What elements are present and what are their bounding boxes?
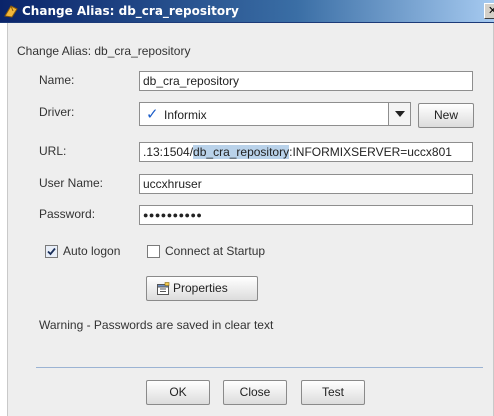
window-title: Change Alias: db_cra_repository [22,4,239,18]
app-icon [4,5,18,18]
connect-startup-checkbox[interactable] [147,245,160,258]
dropdown-arrow-icon[interactable] [388,103,410,125]
url-text-pre: .13:1504/ [143,145,194,159]
change-alias-dialog: Change Alias: db_cra_repository Name: db… [7,23,494,416]
auto-logon-checkbox[interactable] [45,245,58,258]
close-icon[interactable]: ✕ [484,3,494,19]
driver-label: Driver: [39,105,75,119]
password-label: Password: [39,207,96,221]
window-titlebar[interactable]: Change Alias: db_cra_repository ✕ [0,0,494,23]
username-label: User Name: [39,176,104,190]
driver-select[interactable]: ✓ Informix [139,102,411,126]
properties-icon [157,282,170,295]
close-button[interactable]: Close [223,380,287,405]
properties-button[interactable]: Properties [146,276,258,301]
driver-selected-value: Informix [164,108,207,122]
url-text-post: :INFORMIXSERVER=uccx801 [289,145,452,159]
connect-startup-label: Connect at Startup [165,244,266,258]
url-text-selected: db_cra_repository [193,145,290,159]
test-button[interactable]: Test [301,380,365,405]
dialog-heading: Change Alias: db_cra_repository [17,44,191,58]
password-field[interactable]: ●●●●●●●●●● [139,205,473,225]
auto-logon-label: Auto logon [63,244,121,258]
url-field[interactable]: .13:1504/db_cra_repository:INFORMIXSERVE… [139,142,473,162]
new-driver-button[interactable]: New [418,103,474,128]
username-field[interactable]: uccxhruser [139,174,473,194]
password-warning: Warning - Passwords are saved in clear t… [39,318,274,332]
name-label: Name: [39,73,75,87]
checkmark-icon [47,247,56,256]
separator [36,367,483,368]
checkmark-icon: ✓ [146,105,159,123]
ok-button[interactable]: OK [146,380,210,405]
name-field[interactable]: db_cra_repository [139,71,473,91]
url-label: URL: [39,144,67,158]
properties-button-label: Properties [173,281,228,295]
